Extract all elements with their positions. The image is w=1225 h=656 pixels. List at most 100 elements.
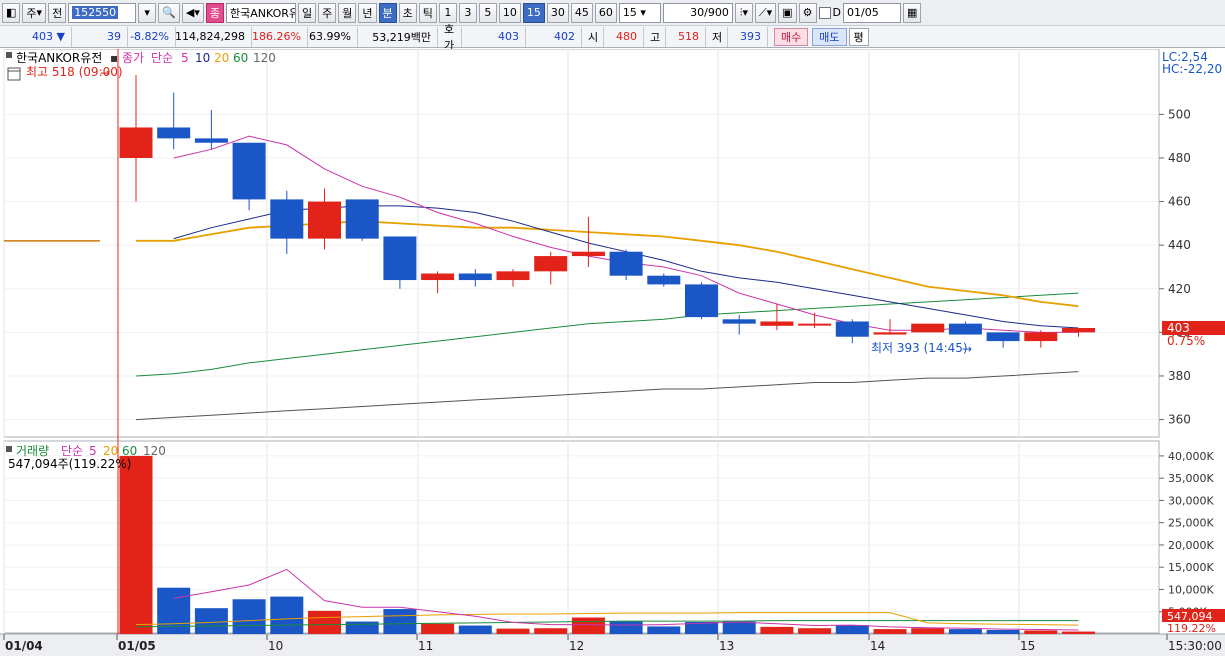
- ma-type-label: 단순: [151, 51, 173, 65]
- period-day-button[interactable]: 일: [298, 2, 317, 23]
- period-tick-button[interactable]: 틱: [418, 2, 437, 23]
- prev-button[interactable]: 전: [48, 2, 67, 23]
- period-type-select[interactable]: 주 ▾: [22, 2, 47, 23]
- interval-45-button[interactable]: 45: [570, 2, 593, 23]
- dropdown-arrow-icon[interactable]: ▾: [138, 2, 157, 23]
- interval-5-button[interactable]: 5: [478, 2, 497, 23]
- interval-30-button[interactable]: 30: [546, 2, 569, 23]
- calendar-icon[interactable]: ▦: [903, 2, 922, 23]
- close-label: 종가: [122, 51, 144, 65]
- x-tick-label: 12: [569, 639, 584, 653]
- stock-type-badge[interactable]: 종: [205, 2, 224, 23]
- current-price-tag-value: 403: [1167, 321, 1190, 335]
- candle-body: [1024, 332, 1058, 342]
- interval-1-button[interactable]: 1: [438, 2, 457, 23]
- candle-body: [119, 127, 153, 158]
- ma20-label: 20: [214, 51, 229, 65]
- period-year-button[interactable]: 년: [358, 2, 377, 23]
- candle-body: [383, 236, 417, 281]
- candle-body: [571, 251, 605, 257]
- period-minute-button[interactable]: 분: [378, 2, 397, 23]
- volume-y-axis: 40,000K 35,000K 30,000K 25,000K 20,000K 15,00…: [1159, 450, 1214, 619]
- menu-icon[interactable]: ◧: [2, 2, 21, 23]
- gear-icon[interactable]: ⚙: [798, 2, 817, 23]
- x-tick-label: 13: [719, 639, 734, 653]
- candle-body: [534, 256, 568, 272]
- volume-tick-label: 20,000K: [1168, 539, 1214, 552]
- volume-bar: [722, 621, 756, 634]
- count-input[interactable]: 30/900: [662, 2, 733, 23]
- volume-bar: [571, 617, 605, 634]
- sell-button[interactable]: 매도: [812, 27, 847, 46]
- chart-toolbar: ◧ 주 ▾ 전 152550 ▾ 🔍 ◀▾ 종 한국ANKOR유 일 주 월 년 …: [0, 0, 1225, 26]
- period-second-button[interactable]: 초: [398, 2, 417, 23]
- x-tick-label: 01/04: [5, 639, 43, 653]
- d-checkbox[interactable]: [818, 6, 831, 19]
- ma120-label: 120: [253, 51, 276, 65]
- candle-body: [345, 199, 379, 239]
- interval-15-button[interactable]: 15: [522, 2, 545, 23]
- interval-3-button[interactable]: 3: [458, 2, 477, 23]
- save-icon[interactable]: ▣: [778, 2, 797, 23]
- quote-bar: 403 ▼ 39 -8.82% 114,824,298 186.26% 63.9…: [0, 23, 1225, 52]
- volume-title: 거래량: [16, 444, 49, 458]
- period-week-button[interactable]: 주: [318, 2, 337, 23]
- candle-body: [760, 321, 794, 326]
- low-arrow-icon: →: [962, 342, 972, 356]
- interval-60-button[interactable]: 60: [594, 2, 617, 23]
- candle-body: [685, 284, 718, 318]
- volume-bar: [911, 628, 945, 634]
- volume-bar: [986, 629, 1020, 634]
- candle-body: [232, 142, 266, 200]
- candle-body: [873, 332, 907, 335]
- volume-tick-label: 10,000K: [1168, 583, 1214, 596]
- candle-body: [722, 319, 756, 324]
- volume-bar: [119, 455, 153, 634]
- volume-info: 547,094주(119.22%): [8, 457, 131, 471]
- volume-bar: [647, 626, 681, 634]
- x-tick-label: 01/05: [118, 639, 156, 653]
- volume-ma20-label: 20: [103, 444, 118, 458]
- interval-select[interactable]: 15 ▾: [618, 2, 661, 23]
- high-label: 고: [644, 26, 666, 47]
- price-chart-area[interactable]: 500480460440420400380360 40,000K35,000K3…: [0, 49, 1225, 656]
- calendar-icon[interactable]: [7, 67, 21, 81]
- volume-bar: [534, 628, 568, 634]
- open-label: 시: [582, 26, 604, 47]
- ma60-label: 60: [233, 51, 248, 65]
- ma10-label: 10: [195, 51, 210, 65]
- price-panel-stock-name: 한국ANKOR유전: [16, 51, 102, 65]
- volume-bar: [798, 628, 832, 634]
- search-icon[interactable]: 🔍: [158, 2, 180, 23]
- price-tick-label: 500: [1168, 107, 1191, 121]
- volume-bar: [345, 621, 379, 634]
- period-month-button[interactable]: 월: [338, 2, 357, 23]
- volume-bar: [948, 629, 982, 634]
- price-tick-label: 480: [1168, 151, 1191, 165]
- stock-code-input[interactable]: 152550: [68, 2, 137, 23]
- interval-10-button[interactable]: 10: [498, 2, 521, 23]
- x-tick-label: 11: [418, 639, 433, 653]
- volume-bar: [270, 596, 304, 634]
- volume-tick-label: 40,000K: [1168, 450, 1214, 463]
- stock-name-field: 한국ANKOR유: [226, 2, 296, 23]
- eval-button[interactable]: 평: [848, 27, 869, 46]
- buy-button[interactable]: 매수: [774, 27, 809, 46]
- volume-bar: [760, 626, 794, 634]
- candle-body: [157, 127, 191, 139]
- candle-body: [911, 323, 945, 333]
- volume-bar: [496, 628, 530, 634]
- low-label: 저: [706, 26, 728, 47]
- candle-body: [194, 138, 228, 143]
- volume-bar: [308, 610, 341, 634]
- current-price: 403 ▼: [0, 26, 72, 47]
- speaker-icon[interactable]: ◀▾: [181, 2, 204, 23]
- candle-settings-icon[interactable]: ⫶▾: [734, 2, 753, 23]
- date-input[interactable]: 01/05: [843, 2, 901, 23]
- current-volume-pct: 119.22%: [1167, 622, 1216, 635]
- volume-bar: [1062, 631, 1095, 634]
- x-tick-label: 14: [870, 639, 885, 653]
- draw-tool-icon[interactable]: ⟋▾: [754, 2, 777, 23]
- volume-bar: [383, 609, 417, 634]
- volume-ratio: 186.26%: [252, 26, 308, 47]
